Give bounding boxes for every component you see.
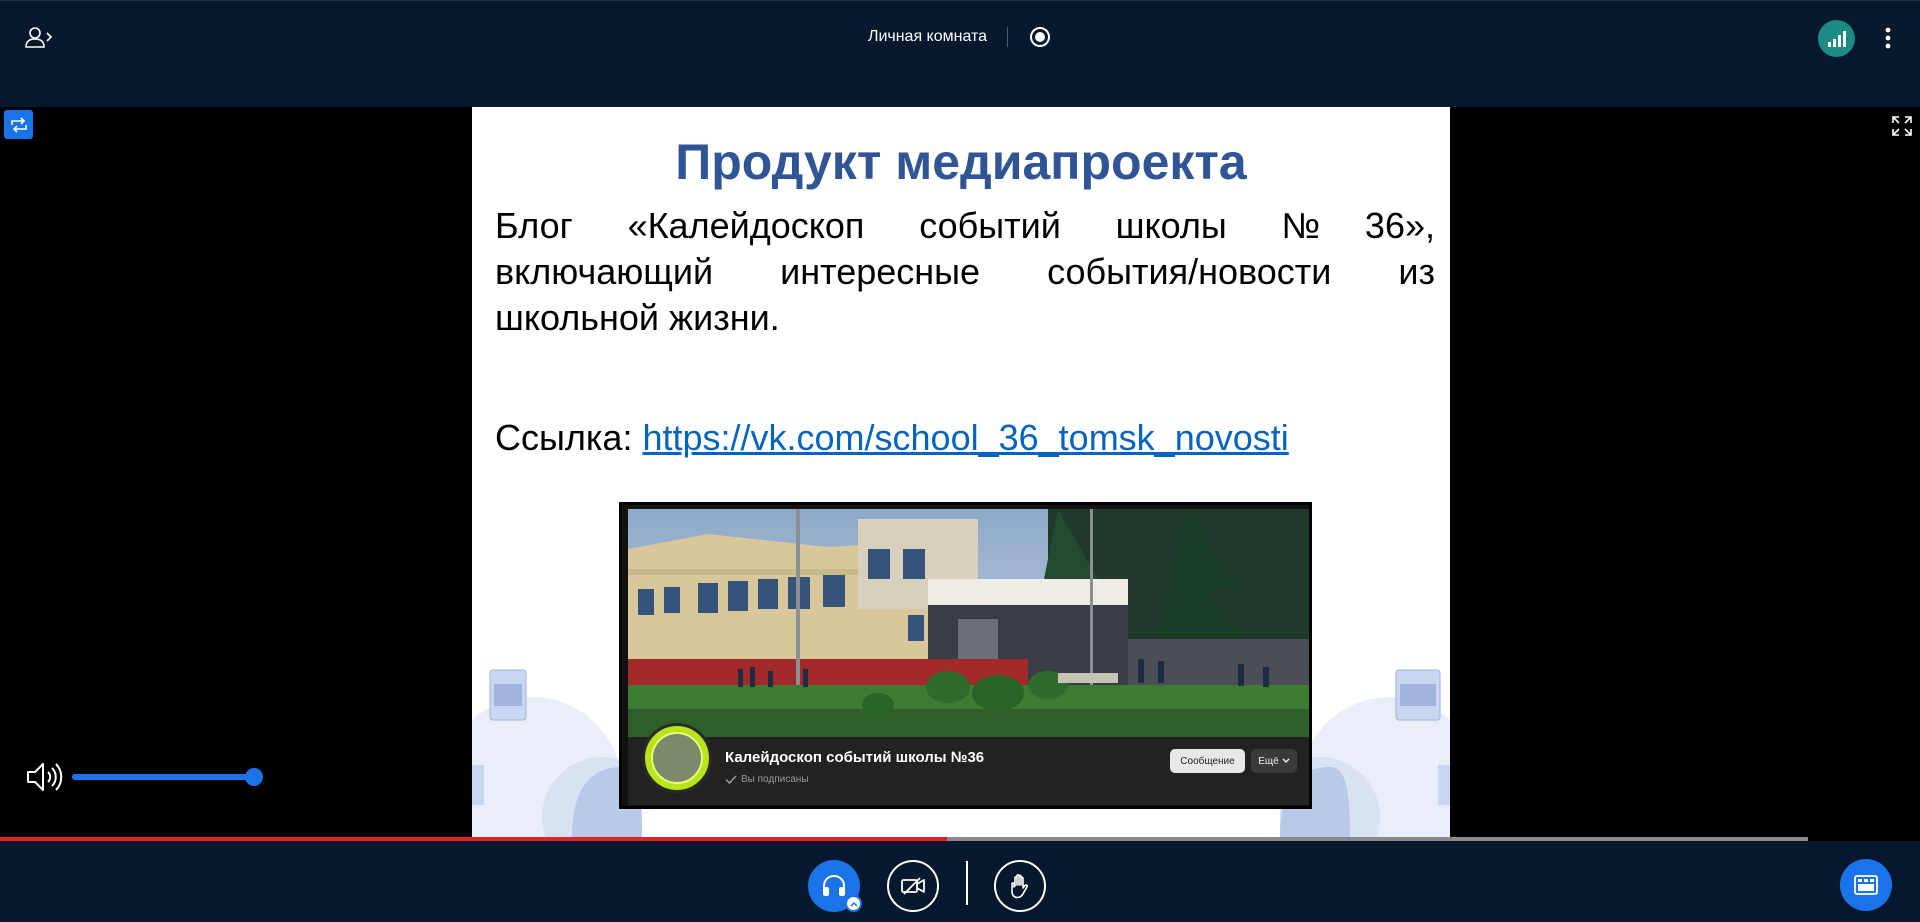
- connection-status-button[interactable]: [1818, 20, 1855, 57]
- conference-app: Личная комната Продукт медиапроекта Блог…: [0, 0, 1920, 922]
- volume-control: [24, 760, 263, 794]
- community-name: Калейдоскоп событий школы №36: [725, 749, 985, 766]
- presentation-slide: Продукт медиапроекта Блог «Калейдоскоп с…: [472, 107, 1450, 837]
- connection-status-icon: [1827, 30, 1846, 47]
- more-vertical-icon: [1885, 27, 1891, 49]
- vk-community-footer: Калейдоскоп событий школы №36 Вы подписа…: [628, 723, 1309, 805]
- room-title: Личная комната: [867, 28, 988, 45]
- room-title-bar: Личная комната: [0, 25, 1920, 49]
- slide-link[interactable]: https://vk.com/school_36_tomsk_novosti: [642, 417, 1288, 458]
- volume-slider-fill: [72, 774, 254, 780]
- slide-link-line: Ссылка: https://vk.com/school_36_tomsk_n…: [495, 417, 1289, 459]
- fullscreen-icon: [1892, 116, 1912, 136]
- raise-hand-icon: [1011, 874, 1028, 899]
- community-more-button: Ещё: [1251, 749, 1297, 773]
- subscribed-text: Вы подписаны: [741, 774, 809, 785]
- presentation-stage: Продукт медиапроекта Блог «Калейдоскоп с…: [0, 107, 1920, 843]
- slide-decoration-left: [472, 669, 642, 837]
- message-button: Сообщение: [1170, 749, 1245, 773]
- checkmark-icon: [725, 775, 737, 784]
- vk-community-screenshot: Калейдоскоп событий школы №36 Вы подписа…: [619, 502, 1312, 809]
- community-avatar: [642, 723, 712, 793]
- chevron-down-icon: [1282, 758, 1290, 763]
- volume-icon: [27, 763, 63, 791]
- volume-slider-thumb[interactable]: [245, 768, 263, 786]
- slide-link-label: Ссылка:: [495, 417, 643, 458]
- audio-options-button[interactable]: [845, 895, 862, 912]
- layout-button[interactable]: [1840, 859, 1892, 911]
- fullscreen-button[interactable]: [1890, 114, 1914, 138]
- chevron-up-icon: [849, 901, 858, 907]
- subscription-status: Вы подписаны: [725, 774, 809, 785]
- more-options-button[interactable]: [1876, 23, 1900, 53]
- top-bar: Личная комната: [0, 0, 1920, 107]
- toolbar-divider: [966, 861, 968, 905]
- community-more-label: Ещё: [1258, 755, 1279, 767]
- mute-button[interactable]: [24, 760, 64, 794]
- swap-presentation-button[interactable]: [4, 110, 33, 139]
- raise-hand-button[interactable]: [994, 860, 1046, 912]
- title-divider: [1007, 27, 1009, 47]
- record-icon: [1030, 27, 1051, 47]
- slide-body-text: Блог «Калейдоскоп событий школы №36», вк…: [495, 205, 1435, 338]
- swap-presentation-icon: [10, 116, 27, 133]
- school-photo: [628, 509, 1309, 737]
- bottom-toolbar: [0, 841, 1920, 922]
- headphones-icon: [823, 874, 845, 896]
- video-toggle-button[interactable]: [887, 860, 939, 912]
- slide-title: Продукт медиапроекта: [675, 134, 1247, 190]
- audio-button[interactable]: [808, 860, 862, 912]
- record-button[interactable]: [1028, 25, 1052, 49]
- layout-icon: [1854, 875, 1878, 895]
- volume-slider[interactable]: [72, 768, 263, 786]
- video-off-icon: [901, 877, 925, 895]
